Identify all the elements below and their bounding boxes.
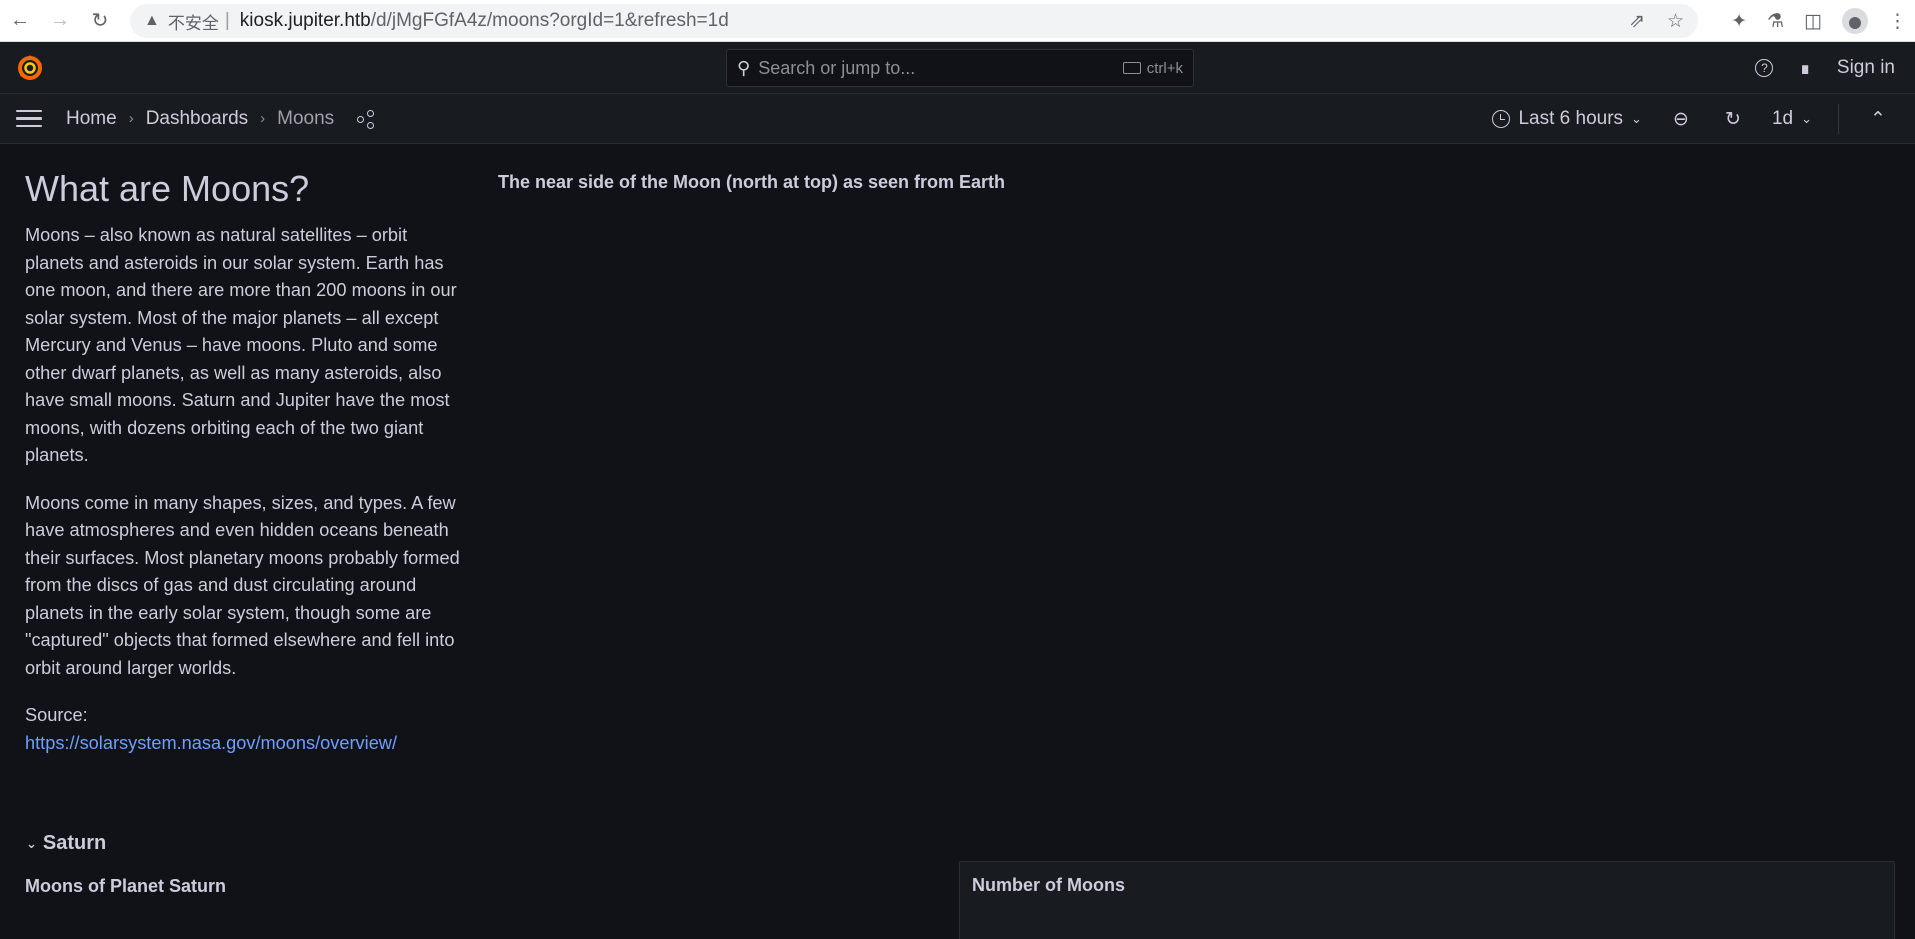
chevron-down-icon: ⌄	[1631, 111, 1642, 126]
refresh-button[interactable]: ↻	[1712, 108, 1754, 131]
grafana-topbar: ⚲ Search or jump to... ctrl+k ? ∎ Sign i…	[0, 42, 1915, 94]
keyboard-shortcut: ctrl+k	[1122, 59, 1183, 77]
browser-toolbar: ← → ↻ ▲ 不安全 | kiosk.jupiter.htb/d/jMgFGf…	[0, 0, 1915, 42]
breadcrumb-current: Moons	[277, 107, 335, 129]
profile-avatar[interactable]	[1842, 8, 1868, 34]
paragraph-2: Moons come in many shapes, sizes, and ty…	[25, 492, 460, 678]
chevron-down-icon: ⌄	[1801, 111, 1812, 126]
source-paragraph: Source: https://solarsystem.nasa.gov/moo…	[25, 702, 465, 757]
collapse-topbar-button[interactable]: ⌃	[1857, 108, 1899, 131]
hamburger-menu-icon[interactable]	[16, 109, 46, 128]
chevron-down-icon: ⌄	[26, 835, 37, 851]
breadcrumb-dashboards[interactable]: Dashboards	[146, 108, 248, 130]
breadcrumb: Home › Dashboards › Moons	[66, 108, 376, 130]
zoom-out-button[interactable]: ⊖	[1660, 108, 1702, 131]
clock-icon	[1492, 110, 1511, 128]
address-bar[interactable]: ▲ 不安全 | kiosk.jupiter.htb/d/jMgFGfA4z/mo…	[130, 4, 1698, 38]
reload-button[interactable]: ↻	[80, 0, 120, 42]
labs-icon[interactable]: ⚗	[1767, 10, 1784, 33]
search-placeholder: Search or jump to...	[758, 57, 916, 78]
separator: |	[224, 10, 230, 31]
saturn-panel-title: Moons of Planet Saturn	[25, 876, 227, 896]
breadcrumb-separator: ›	[128, 110, 134, 127]
row-header-saturn[interactable]: ⌄ Saturn	[26, 832, 106, 855]
kebab-menu-icon[interactable]: ⋮	[1888, 10, 1907, 33]
source-label: Source:	[25, 705, 88, 725]
sign-in-link[interactable]: Sign in	[1837, 57, 1895, 79]
refresh-interval-label: 1d	[1771, 108, 1794, 129]
grafana-logo[interactable]	[0, 42, 60, 94]
share-icon[interactable]	[356, 109, 376, 129]
news-feed-icon[interactable]: ∎	[1799, 58, 1810, 79]
shortcut-text: ctrl+k	[1146, 59, 1183, 77]
side-panel-icon[interactable]: ◫	[1804, 10, 1822, 33]
refresh-interval-picker[interactable]: 1d ⌄	[1764, 108, 1820, 130]
time-range-picker[interactable]: Last 6 hours ⌄	[1484, 108, 1649, 130]
time-range-label: Last 6 hours	[1518, 108, 1624, 129]
source-link[interactable]: https://solarsystem.nasa.gov/moons/overv…	[25, 733, 397, 753]
share-page-icon[interactable]: ⇗	[1629, 10, 1645, 33]
moon-panel-title: The near side of the Moon (north at top)…	[498, 172, 1006, 192]
bookmark-star-icon[interactable]: ☆	[1667, 10, 1684, 33]
warning-icon: ▲	[144, 12, 160, 29]
search-icon: ⚲	[737, 57, 751, 78]
row-title: Saturn	[42, 832, 107, 854]
back-button[interactable]: ←	[0, 0, 40, 42]
panel-heading: What are Moons?	[25, 168, 310, 209]
dashboard-content: What are Moons? Moons – also known as na…	[0, 144, 1915, 939]
search-bar[interactable]: ⚲ Search or jump to... ctrl+k	[726, 49, 1194, 87]
divider	[1838, 104, 1839, 134]
forward-button[interactable]: →	[40, 0, 80, 42]
url-host: kiosk.jupiter.htb	[239, 10, 371, 31]
number-of-moons-panel: Number of Moons	[959, 861, 1895, 939]
breadcrumb-home[interactable]: Home	[66, 108, 117, 130]
extensions-icon[interactable]: ✦	[1731, 10, 1747, 33]
breadcrumb-separator: ›	[260, 110, 266, 127]
keyboard-icon	[1122, 62, 1141, 74]
url-path: /d/jMgFGfA4z/moons?orgId=1&refresh=1d	[370, 10, 729, 31]
paragraph-1: Moons – also known as natural satellites…	[25, 225, 457, 465]
insecure-label: 不安全	[167, 13, 219, 34]
number-panel-title: Number of Moons	[972, 875, 1125, 895]
help-icon[interactable]: ?	[1755, 59, 1774, 77]
breadcrumb-bar: Home › Dashboards › Moons Last 6 hours ⌄…	[0, 94, 1915, 144]
text-panel: What are Moons? Moons – also known as na…	[25, 168, 465, 777]
